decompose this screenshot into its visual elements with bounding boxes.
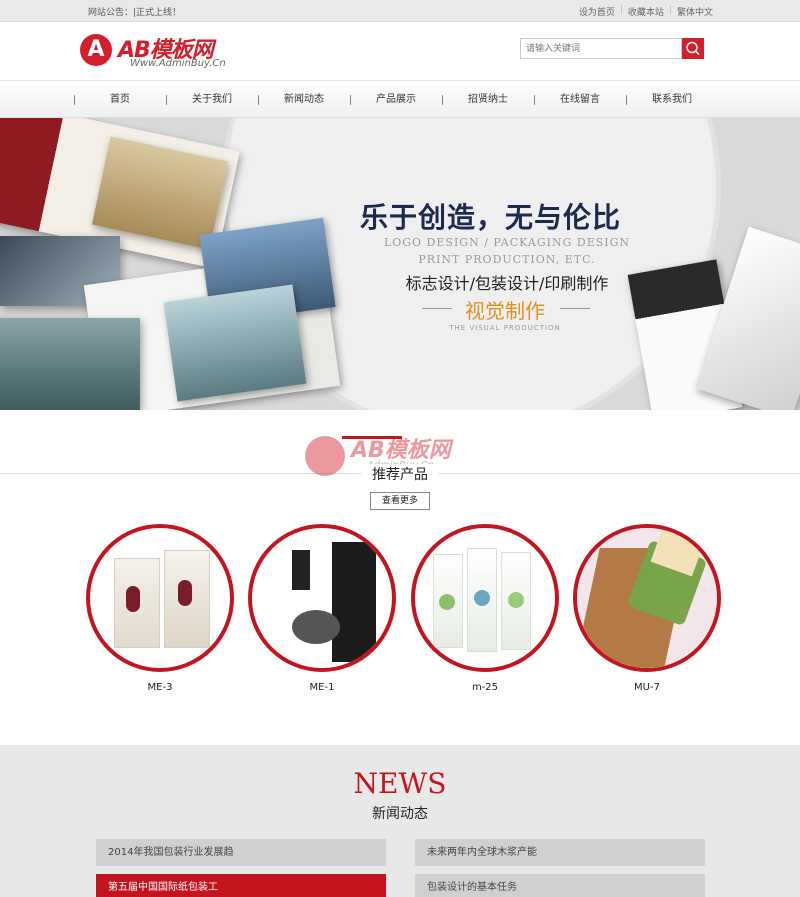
product-name[interactable]: m-25 [411,682,559,693]
top-bar: 网站公告：|正式上线！ 设为首页 | 收藏本站 | 繁体中文 [0,0,800,22]
product-card[interactable]: ME-3 [86,524,234,704]
banner-services: 标志设计/包装设计/印刷制作 [405,274,609,293]
product-label-shape [474,590,490,606]
product-card[interactable]: MU-7 [573,524,721,704]
nav-item-message[interactable]: 在线留言 [534,81,626,119]
site-header: A AB模板网 Www.AdminBuy.Cn [0,22,800,80]
search-input[interactable] [520,38,682,59]
banner-rule [560,308,590,309]
banner-english-text: LOGO DESIGN / PACKAGING DESIGN PRINT PRO… [372,234,642,268]
product-image[interactable] [86,524,234,672]
product-card[interactable]: ME-1 [248,524,396,704]
banner-highlight-en: THE VISUAL PRODUCTION [449,324,561,332]
nav-item-news[interactable]: 新闻动态 [258,81,350,119]
product-image[interactable] [248,524,396,672]
products-title: 推荐产品 [362,464,438,484]
banner-highlight: 视觉制作 [465,299,545,323]
news-item[interactable]: 包装设计的基本任务 [415,874,705,897]
product-name[interactable]: ME-3 [86,682,234,693]
product-label-shape [508,592,524,608]
product-ink-shape [292,610,340,644]
product-card[interactable]: m-25 [411,524,559,704]
product-label-shape [126,586,140,612]
news-item[interactable]: 2014年我国包装行业发展趋 [96,839,386,866]
top-links: 设为首页 | 收藏本站 | 繁体中文 [574,5,718,18]
logo-domain: Www.AdminBuy.Cn [130,58,226,69]
site-logo[interactable]: A AB模板网 Www.AdminBuy.Cn [80,32,250,72]
news-title-en: NEWS [353,767,447,800]
view-more-button[interactable]: 查看更多 [370,492,430,510]
banner-english-line: LOGO DESIGN / PACKAGING DESIGN [383,236,631,249]
product-calligraphy-shape [292,550,310,590]
traditional-chinese-link[interactable]: 繁体中文 [672,5,718,18]
nav-item-contact[interactable]: 联系我们 [626,81,718,119]
hero-banner[interactable]: 乐于创造，无与伦比 LOGO DESIGN / PACKAGING DESIGN… [0,118,800,410]
magazine-image [163,284,307,402]
products-heading: AB模板网 AdminBuy.Cn 推荐产品 查看更多 [0,410,800,530]
product-name[interactable]: ME-1 [248,682,396,693]
set-homepage-link[interactable]: 设为首页 [574,5,620,18]
banner-english-line: PRINT PRODUCTION, ETC. [418,253,596,266]
nav-item-about[interactable]: 关于我们 [166,81,258,119]
nav-item-home[interactable]: 首页 [74,81,166,119]
main-nav: 首页 关于我们 新闻动态 产品展示 招贤纳士 在线留言 联系我们 [0,80,800,118]
bookmark-link[interactable]: 收藏本站 [623,5,669,18]
product-image[interactable] [411,524,559,672]
banner-headline: 乐于创造，无与伦比 [360,201,622,234]
product-label-shape [178,580,192,606]
news-title-cn: 新闻动态 [372,806,428,822]
nav-item-jobs[interactable]: 招贤纳士 [442,81,534,119]
search-button[interactable] [682,38,704,59]
product-box-shape [266,542,376,662]
product-label-shape [439,594,455,610]
search-box [520,38,704,59]
news-section: NEWS 新闻动态 2014年我国包装行业发展趋 未来两年内全球木浆产能 第五届… [0,745,800,897]
search-icon [686,41,700,56]
magazine-image [0,318,140,410]
product-image[interactable] [573,524,721,672]
news-item-active[interactable]: 第五届中国国际纸包装工 [96,874,386,897]
watermark-badge-icon [305,436,345,476]
product-name[interactable]: MU-7 [573,682,721,693]
site-notice: 网站公告：|正式上线！ [88,8,182,18]
logo-letter: A [87,37,105,62]
logo-badge-icon: A [80,34,112,66]
news-item[interactable]: 未来两年内全球木浆产能 [415,839,705,866]
nav-item-products[interactable]: 产品展示 [350,81,442,119]
